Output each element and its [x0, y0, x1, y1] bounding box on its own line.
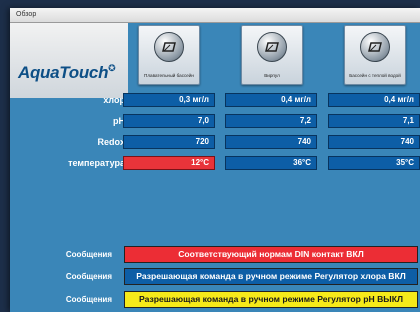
- message-label: Сообщения: [65, 295, 112, 304]
- value-cell: 35°C: [328, 156, 420, 170]
- value-cell: 720: [123, 135, 215, 149]
- pool-button-label: Бассейн с теплой водой: [349, 73, 401, 78]
- overview-window: Обзор AquaTouch✪ Плавательный бассейн Ви…: [10, 8, 420, 312]
- pool-button-whirlpool[interactable]: Вирпул: [241, 25, 303, 85]
- window-title: Обзор: [10, 8, 420, 23]
- value-cell-alarm: 12°C: [123, 156, 215, 170]
- row-label-temperature: температура: [68, 158, 125, 168]
- value-cell: 7,0: [123, 114, 215, 128]
- value-cell: 7,2: [225, 114, 317, 128]
- logo-text: AquaTouch: [18, 63, 109, 82]
- pool-button-label: Плавательный бассейн: [144, 73, 194, 78]
- whirlpool-gauge-icon: [257, 32, 287, 62]
- logo-mark: ✪: [108, 63, 116, 73]
- message-chlorine-regulator[interactable]: Разрешающая команда в ручном режиме Регу…: [124, 268, 418, 285]
- value-cell: 0,4 мг/л: [328, 93, 420, 107]
- row-label-ph: pH: [113, 116, 125, 126]
- pool-gauge-icon: [154, 32, 184, 62]
- message-din-contact[interactable]: Соответствующий нормам DIN контакт ВКЛ: [124, 246, 418, 263]
- message-label: Сообщения: [65, 272, 112, 281]
- value-cell: 740: [225, 135, 317, 149]
- value-cell: 7,1: [328, 114, 420, 128]
- row-label-chlorine: хлор: [103, 95, 125, 105]
- message-label: Сообщения: [65, 250, 112, 259]
- value-cell: 740: [328, 135, 420, 149]
- pool-button-swimming[interactable]: Плавательный бассейн: [138, 25, 200, 85]
- value-cell: 36°C: [225, 156, 317, 170]
- pool-button-warm[interactable]: Бассейн с теплой водой: [344, 25, 406, 85]
- pool-button-label: Вирпул: [264, 73, 280, 78]
- value-cell: 0,3 мг/л: [123, 93, 215, 107]
- aquatouch-logo: AquaTouch✪: [18, 63, 116, 83]
- logo-area: AquaTouch✪: [10, 23, 128, 98]
- message-ph-regulator[interactable]: Разрешающая команда в ручном режиме Регу…: [124, 291, 418, 308]
- row-label-redox: Redox: [97, 137, 125, 147]
- warm-pool-gauge-icon: [360, 32, 390, 62]
- value-cell: 0,4 мг/л: [225, 93, 317, 107]
